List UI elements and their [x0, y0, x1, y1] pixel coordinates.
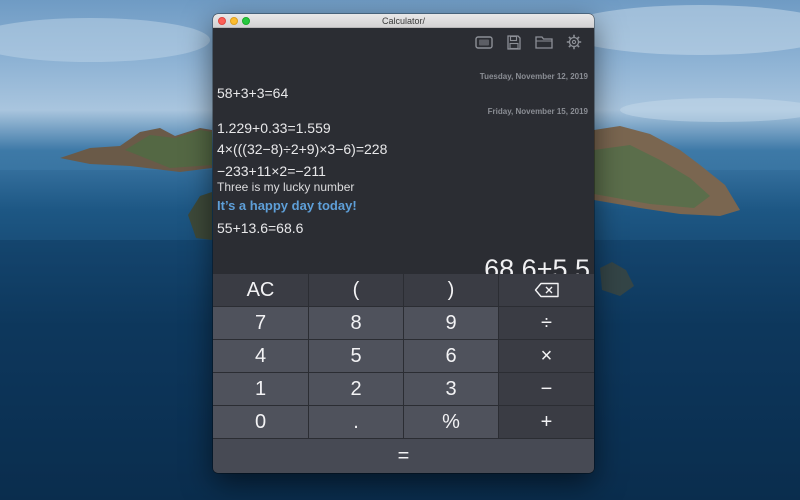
history-entry[interactable]: −233+11×2=−211 [217, 163, 326, 179]
backspace-button[interactable] [499, 274, 594, 307]
percent-button[interactable]: % [404, 406, 499, 439]
subtract-button[interactable]: − [499, 373, 594, 406]
history-display: Tuesday, November 12, 2019 58+3+3=64 Fri… [213, 28, 594, 288]
clear-button[interactable]: AC [213, 274, 309, 307]
digit-6-button[interactable]: 6 [404, 340, 499, 373]
display-icon[interactable] [474, 34, 494, 50]
history-entry[interactable]: 58+3+3=64 [217, 85, 288, 101]
digit-4-button[interactable]: 4 [213, 340, 309, 373]
divide-button[interactable]: ÷ [499, 307, 594, 340]
toolbar [474, 34, 584, 50]
keypad: AC ( ) 7 8 9 ÷ 4 5 6 × 1 2 3 − 0 . % + = [213, 274, 594, 473]
backspace-icon [534, 282, 559, 298]
save-icon[interactable] [504, 34, 524, 50]
history-entry[interactable]: 55+13.6=68.6 [217, 220, 303, 236]
open-paren-button[interactable]: ( [309, 274, 404, 307]
digit-2-button[interactable]: 2 [309, 373, 404, 406]
digit-8-button[interactable]: 8 [309, 307, 404, 340]
gear-icon[interactable] [564, 34, 584, 50]
window-title: Calculator/ [381, 16, 426, 26]
title-bar[interactable]: Calculator/ [213, 14, 594, 28]
history-comment[interactable]: Three is my lucky number [217, 180, 354, 194]
digit-3-button[interactable]: 3 [404, 373, 499, 406]
history-entry[interactable]: 4×(((32−8)÷2+9)×3−6)=228 [217, 141, 387, 157]
calculator-window: Calculator/ Tuesday, November 12, 2019 5… [213, 14, 594, 473]
digit-1-button[interactable]: 1 [213, 373, 309, 406]
digit-9-button[interactable]: 9 [404, 307, 499, 340]
multiply-button[interactable]: × [499, 340, 594, 373]
history-highlight-note[interactable]: It’s a happy day today! [217, 198, 357, 213]
digit-5-button[interactable]: 5 [309, 340, 404, 373]
add-button[interactable]: + [499, 406, 594, 439]
digit-0-button[interactable]: 0 [213, 406, 309, 439]
decimal-point-button[interactable]: . [309, 406, 404, 439]
close-paren-button[interactable]: ) [404, 274, 499, 307]
history-entry[interactable]: 1.229+0.33=1.559 [217, 120, 331, 136]
history-date: Friday, November 15, 2019 [487, 107, 588, 116]
equals-button[interactable]: = [213, 439, 594, 473]
history-date: Tuesday, November 12, 2019 [479, 72, 588, 81]
digit-7-button[interactable]: 7 [213, 307, 309, 340]
folder-icon[interactable] [534, 34, 554, 50]
